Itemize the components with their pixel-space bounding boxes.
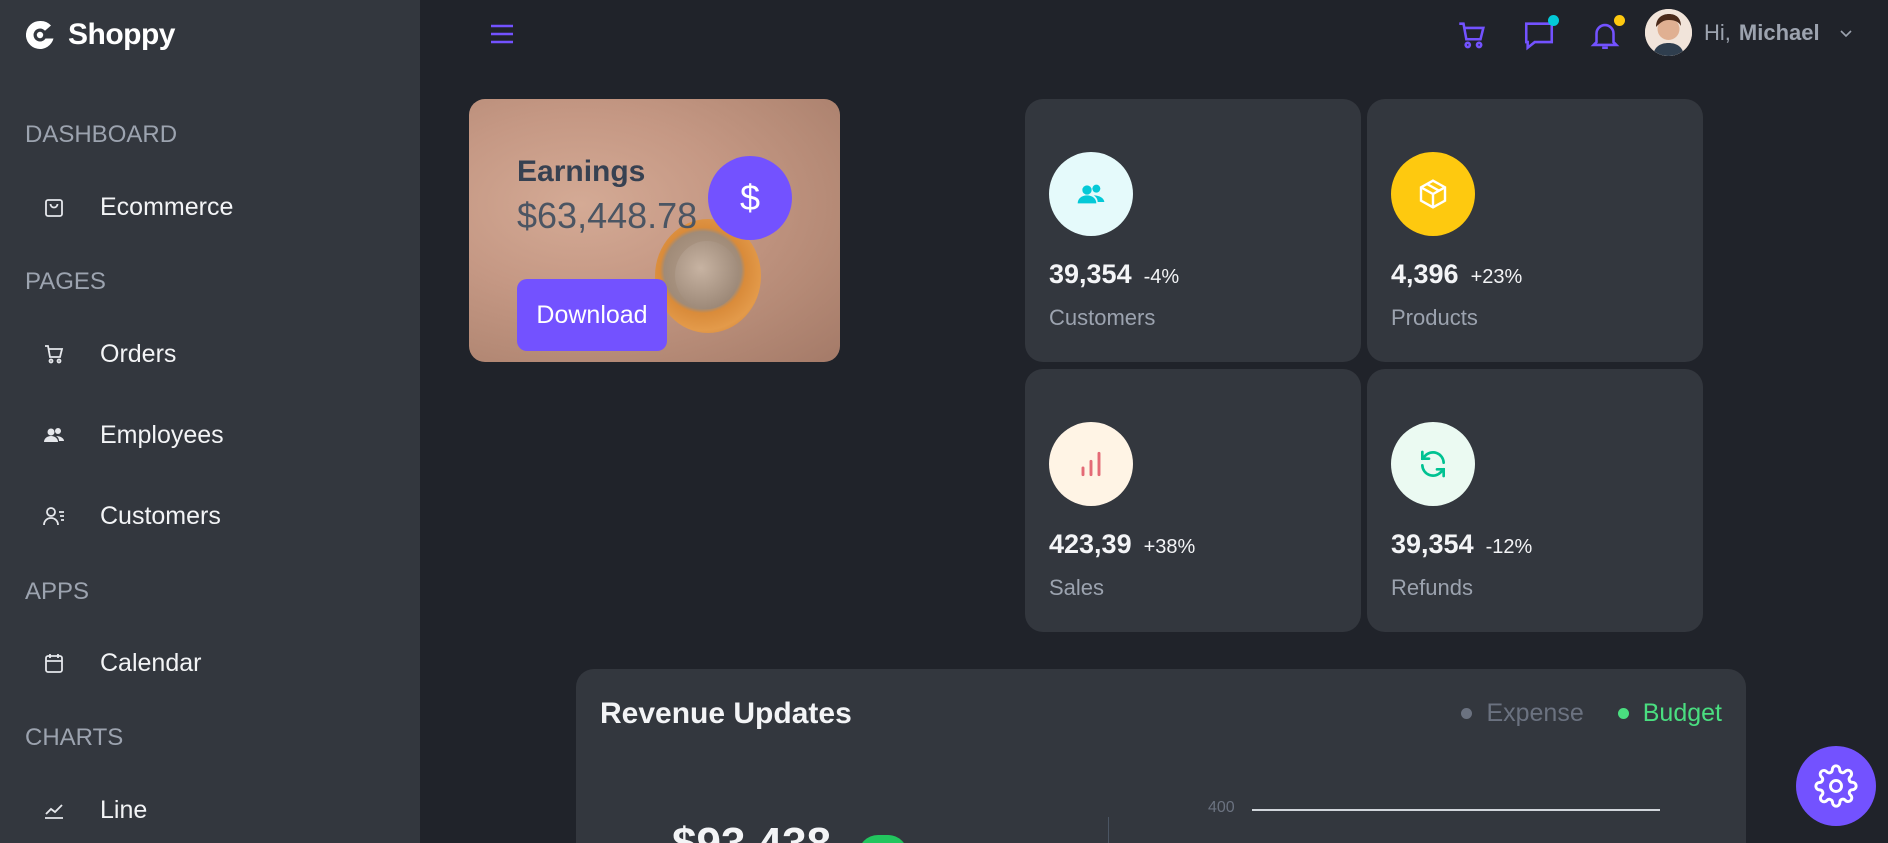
sidebar-item-label: Calendar (100, 648, 202, 677)
stat-value: 4,396 (1391, 259, 1459, 289)
calendar-icon (45, 654, 63, 673)
stat-card-products: 4,396 +23% Products (1367, 99, 1703, 362)
stat-card-customers: 39,354 -4% Customers (1025, 99, 1361, 362)
divider (1108, 817, 1109, 843)
chevron-down-icon (1840, 30, 1852, 38)
gear-icon (1814, 764, 1858, 808)
sidebar-item-line[interactable]: Line (42, 790, 147, 830)
download-button[interactable]: Download (517, 279, 667, 351)
brand-logo[interactable]: Shoppy (24, 18, 176, 52)
stat-label: Products (1391, 305, 1478, 330)
earnings-card: Earnings $63,448.78 $ Download (469, 99, 840, 362)
legend-item-expense[interactable]: Expense (1461, 699, 1584, 728)
revenue-updates-panel: Revenue Updates Expense Budget $93,438 4… (576, 669, 1746, 843)
currency-symbol: $ (739, 177, 761, 218)
stat-value: 39,354 (1391, 529, 1474, 559)
section-title-charts: CHARTS (25, 724, 124, 751)
cart-icon[interactable] (1455, 18, 1489, 52)
bell-notification-dot (1614, 15, 1625, 26)
shopping-bag-icon (45, 199, 63, 217)
users-icon (44, 428, 64, 442)
earnings-value: $63,448.78 (517, 195, 698, 236)
dollar-icon[interactable]: $ (708, 156, 792, 240)
stat-values: 39,354 -12% (1391, 529, 1532, 560)
legend-dot (1461, 708, 1473, 719)
greeting-text: Hi, (1704, 20, 1731, 45)
stat-card-sales: 423,39 +38% Sales (1025, 369, 1361, 632)
sidebar-item-orders[interactable]: Orders (42, 334, 176, 374)
user-avatar-icon (1645, 9, 1692, 56)
stat-percent: -12% (1485, 536, 1533, 558)
stat-card-refunds: 39,354 -12% Refunds (1367, 369, 1703, 632)
sidebar-item-employees[interactable]: Employees (42, 415, 224, 455)
legend-item-budget[interactable]: Budget (1617, 699, 1722, 728)
stat-values: 39,354 -4% (1049, 259, 1179, 290)
chart-legend: Expense Budget (1461, 699, 1722, 728)
users-icon[interactable] (1049, 152, 1133, 236)
shoppy-logo-icon (25, 20, 54, 49)
stat-percent: +23% (1470, 266, 1523, 288)
chart-gridline (1252, 809, 1660, 811)
bar-chart-icon[interactable] (1049, 422, 1133, 506)
section-title-pages: PAGES (25, 268, 106, 295)
box-icon[interactable] (1391, 152, 1475, 236)
sidebar-item-label: Orders (100, 339, 177, 368)
legend-label: Budget (1642, 699, 1722, 727)
sidebar-item-ecommerce[interactable]: Ecommerce (42, 187, 233, 227)
stat-value: 423,39 (1049, 529, 1132, 559)
user-menu[interactable]: Hi, Michael (1704, 20, 1854, 46)
brand-name: Shoppy (68, 18, 176, 51)
growth-badge (858, 835, 908, 843)
cart-icon (45, 345, 64, 364)
sidebar-item-label: Employees (100, 420, 224, 449)
section-title-apps: APPS (25, 578, 90, 605)
sidebar-item-label: Customers (100, 501, 221, 530)
revenue-amount: $93,438 (672, 819, 831, 843)
sidebar: Shoppy DASHBOARD Ecommerce PAGES Orders … (0, 0, 420, 843)
sidebar-item-calendar[interactable]: Calendar (42, 643, 201, 683)
avatar[interactable] (1645, 9, 1692, 56)
stat-percent: +38% (1143, 536, 1196, 558)
panel-title: Revenue Updates (600, 697, 852, 730)
section-title-dashboard: DASHBOARD (25, 121, 178, 148)
settings-button[interactable] (1796, 746, 1876, 826)
stat-values: 4,396 +23% (1391, 259, 1522, 290)
legend-label: Expense (1486, 699, 1584, 727)
stat-percent: -4% (1143, 266, 1180, 288)
stat-label: Customers (1049, 305, 1156, 330)
sidebar-item-customers[interactable]: Customers (42, 496, 221, 536)
sidebar-item-label: Ecommerce (100, 192, 234, 221)
menu-icon[interactable] (488, 20, 516, 48)
sidebar-item-label: Line (100, 795, 148, 824)
user-name: Michael (1738, 20, 1820, 45)
stat-value: 39,354 (1049, 259, 1132, 289)
stat-label: Sales (1049, 575, 1105, 600)
stat-label: Refunds (1391, 575, 1473, 600)
chat-notification-dot (1548, 15, 1559, 26)
y-axis-tick: 400 (1208, 799, 1235, 816)
refresh-icon[interactable] (1391, 422, 1475, 506)
line-chart-icon (45, 804, 63, 819)
user-list-icon (43, 507, 64, 526)
stat-values: 423,39 +38% (1049, 529, 1195, 560)
legend-dot (1617, 708, 1629, 719)
earnings-title: Earnings (517, 155, 646, 188)
